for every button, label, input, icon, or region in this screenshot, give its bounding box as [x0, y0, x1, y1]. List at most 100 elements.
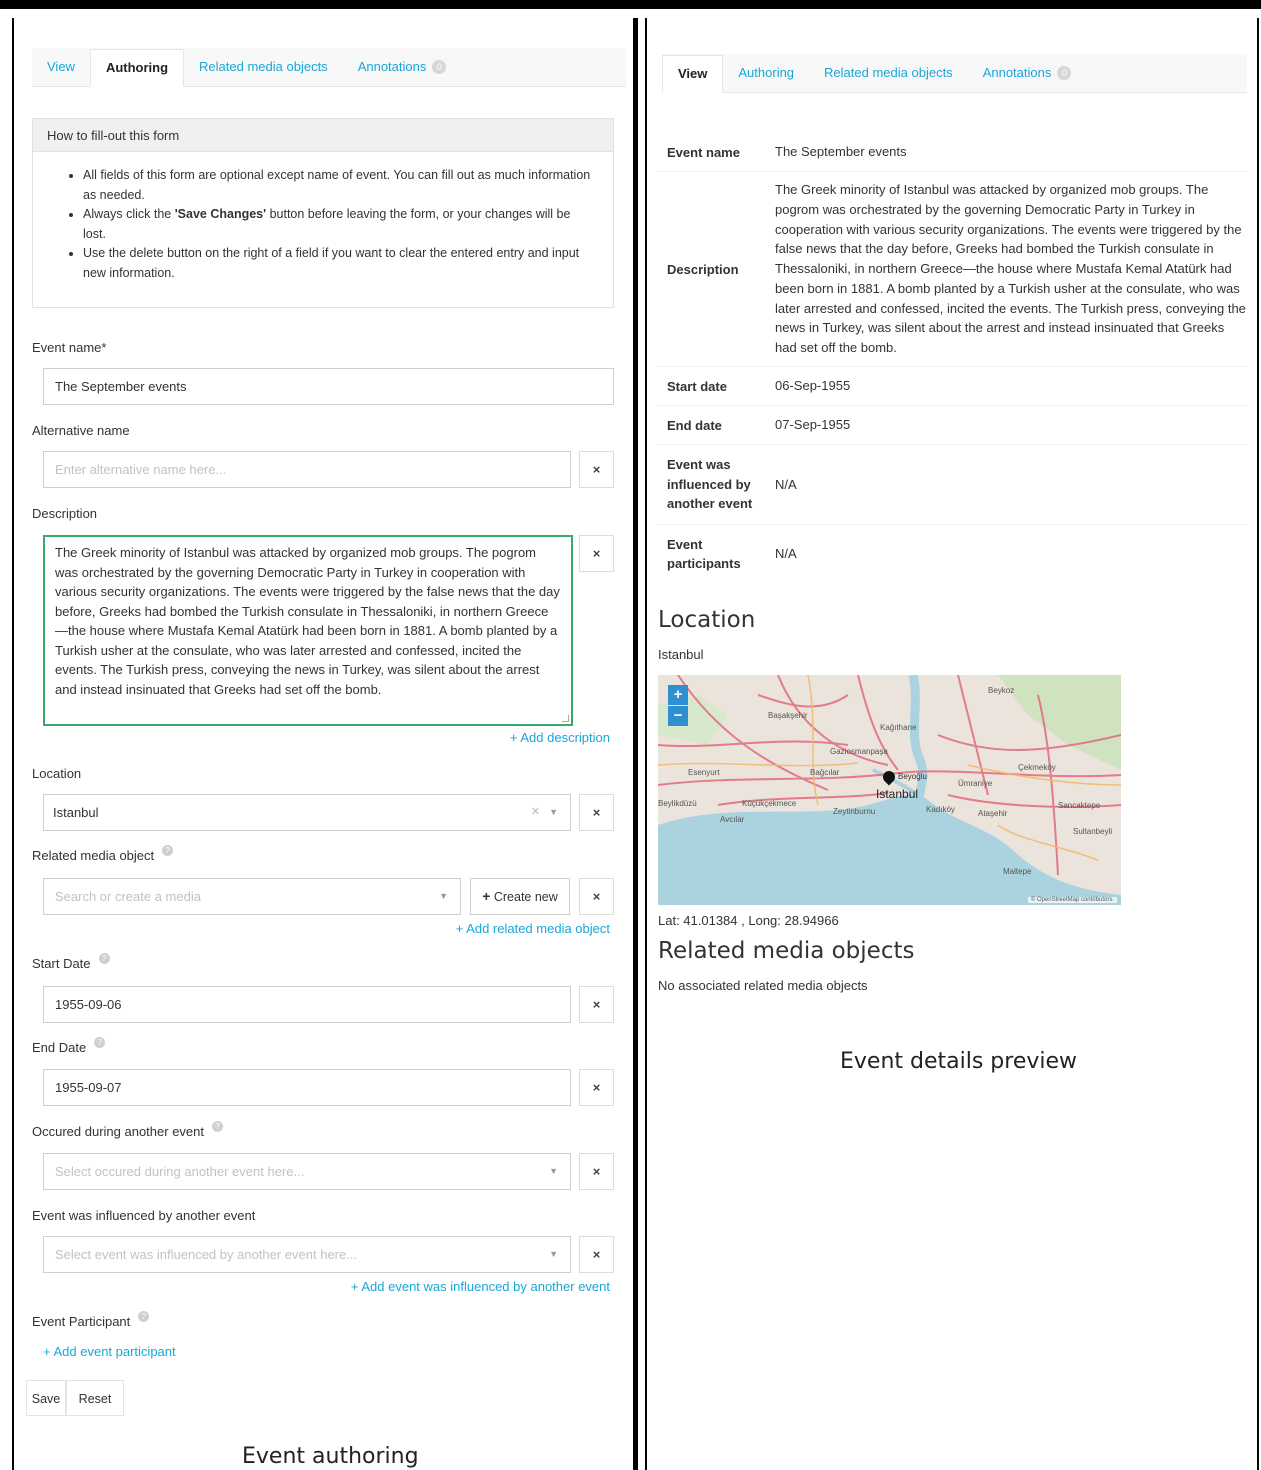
help-item: Always click the 'Save Changes' button b…: [83, 205, 593, 244]
tab-label: Annotations: [357, 59, 427, 74]
map-place-label: Başakşehir: [768, 711, 808, 720]
end-date-input[interactable]: 1955-09-07: [43, 1069, 571, 1106]
clear-end-date-button[interactable]: ×: [579, 1069, 614, 1106]
clear-alt-name-button[interactable]: ×: [579, 451, 614, 488]
authoring-panel: View Authoring Related media objects Ann…: [12, 18, 638, 1470]
map-attribution[interactable]: © OpenStreetMap contributors.: [1027, 897, 1117, 903]
influenced-by-placeholder: Select event was influenced by another e…: [55, 1247, 358, 1262]
add-media-link[interactable]: + Add related media object: [456, 921, 610, 936]
help-icon[interactable]: ?: [94, 1037, 106, 1048]
tab-label: View: [47, 59, 75, 74]
preview-caption: Event details preview: [840, 1049, 1078, 1074]
reset-button[interactable]: Reset: [66, 1380, 124, 1416]
tab-annotations[interactable]: Annotations 0: [968, 54, 1087, 92]
chevron-down-icon[interactable]: ▼: [549, 1237, 558, 1272]
tab-label: Related media objects: [199, 59, 328, 74]
location-map[interactable]: + − Beykoz Başakşehir Kağıthane Gaziosma…: [658, 675, 1121, 905]
add-participant-link[interactable]: + Add event participant: [43, 1344, 176, 1359]
save-button[interactable]: Save: [26, 1380, 66, 1416]
add-influenced-by-link[interactable]: + Add event was influenced by another ev…: [351, 1279, 610, 1294]
map-place-label: Esenyurt: [688, 768, 720, 777]
tab-label: Authoring: [105, 59, 169, 75]
tab-label: Annotations: [982, 65, 1052, 80]
occured-during-select[interactable]: Select occured during another event here…: [43, 1153, 571, 1190]
influenced-by-select[interactable]: Select event was influenced by another e…: [43, 1236, 571, 1273]
participant-label: Event Participant?: [32, 1311, 150, 1329]
detail-value: The September events: [775, 144, 907, 160]
form-help-box: How to fill-out this form All fields of …: [32, 118, 614, 308]
location-name: Istanbul: [658, 647, 704, 662]
detail-row: Start date 06-Sep-1955: [657, 367, 1249, 406]
clear-influenced-by-button[interactable]: ×: [579, 1236, 614, 1273]
create-new-button[interactable]: + Create new: [470, 878, 570, 915]
end-date-label-text: End Date: [32, 1040, 87, 1055]
location-select[interactable]: Istanbul ✕ ▼: [43, 794, 571, 831]
add-description-link[interactable]: + Add description: [510, 730, 610, 745]
clear-occured-during-button[interactable]: ×: [579, 1153, 614, 1190]
clear-selection-icon[interactable]: ✕: [531, 795, 540, 830]
start-date-label: Start Date?: [32, 953, 110, 971]
media-label: Related media object?: [32, 845, 174, 863]
annotations-count-badge: 0: [1057, 66, 1072, 80]
tab-view[interactable]: View: [32, 48, 90, 86]
resize-handle[interactable]: [562, 715, 569, 722]
authoring-caption: Event authoring: [242, 1444, 419, 1469]
tab-authoring[interactable]: Authoring: [723, 54, 809, 92]
screenshot-frame: View Authoring Related media objects Ann…: [0, 0, 1261, 1470]
help-item: Use the delete button on the right of a …: [83, 244, 593, 283]
clear-location-button[interactable]: ×: [579, 794, 614, 831]
map-place-label: Zeytinburnu: [833, 807, 876, 816]
map-place-label: Sultanbeyli: [1073, 827, 1113, 836]
tab-authoring[interactable]: Authoring: [89, 48, 185, 87]
clear-media-button[interactable]: ×: [579, 878, 614, 915]
preview-tabs: View Authoring Related media objects Ann…: [662, 54, 1247, 93]
location-heading: Location: [658, 607, 756, 633]
no-media-text: No associated related media objects: [658, 978, 868, 993]
tab-annotations[interactable]: Annotations 0: [343, 48, 462, 86]
alt-name-label: Alternative name: [32, 423, 130, 438]
zoom-out-button[interactable]: −: [668, 706, 688, 726]
clear-start-date-button[interactable]: ×: [579, 986, 614, 1023]
help-item: All fields of this form are optional exc…: [83, 166, 593, 205]
help-title: How to fill-out this form: [33, 119, 613, 152]
help-icon[interactable]: ?: [162, 845, 174, 856]
chevron-down-icon[interactable]: ▼: [549, 1154, 558, 1189]
alt-name-input[interactable]: Enter alternative name here...: [43, 451, 571, 488]
map-place-label: Gaziosmanpaşa: [830, 747, 888, 756]
detail-value: 07-Sep-1955: [775, 417, 851, 433]
detail-value: 06-Sep-1955: [775, 378, 851, 394]
chevron-down-icon[interactable]: ▼: [549, 795, 558, 830]
map-place-label: Sancaktepe: [1058, 801, 1101, 810]
media-placeholder: Search or create a media: [55, 889, 201, 904]
help-list: All fields of this form are optional exc…: [33, 152, 613, 283]
participant-label-text: Event Participant: [32, 1314, 131, 1329]
tab-related-media[interactable]: Related media objects: [809, 54, 968, 92]
detail-row: Event name The September events: [657, 133, 1249, 172]
tab-label: Authoring: [738, 65, 795, 80]
map-place-label: Maltepe: [1003, 867, 1032, 876]
help-icon[interactable]: ?: [212, 1121, 223, 1132]
help-icon[interactable]: ?: [138, 1311, 150, 1322]
description-text: The Greek minority of Istanbul was attac…: [55, 545, 560, 697]
tab-label: View: [678, 65, 708, 81]
description-textarea[interactable]: The Greek minority of Istanbul was attac…: [43, 535, 573, 726]
start-date-label-text: Start Date: [32, 956, 91, 971]
map-place-label: Küçükçekmece: [742, 799, 797, 808]
chevron-down-icon[interactable]: ▼: [439, 879, 448, 914]
help-icon[interactable]: ?: [98, 953, 110, 964]
event-name-label: Event name*: [32, 340, 107, 355]
zoom-in-button[interactable]: +: [668, 685, 688, 705]
map-place-label: Bağcılar: [810, 768, 840, 777]
clear-description-button[interactable]: ×: [579, 535, 614, 572]
detail-row: Description The Greek minority of Istanb…: [657, 172, 1249, 367]
detail-label: Description: [667, 261, 739, 277]
detail-row: End date 07-Sep-1955: [657, 406, 1249, 445]
event-name-input[interactable]: The September events: [43, 368, 614, 405]
tab-view[interactable]: View: [662, 54, 724, 93]
detail-value: The Greek minority of Istanbul was attac…: [775, 181, 1246, 356]
start-date-input[interactable]: 1955-09-06: [43, 986, 571, 1023]
media-search-select[interactable]: Search or create a media ▼: [43, 878, 461, 915]
detail-row: Event participants N/A: [657, 525, 1249, 583]
tab-related-media[interactable]: Related media objects: [184, 48, 343, 86]
event-details: Event name The September events Descript…: [657, 133, 1249, 583]
